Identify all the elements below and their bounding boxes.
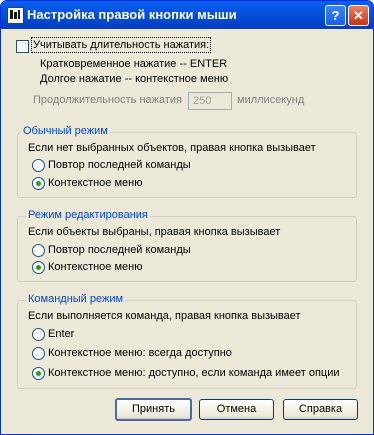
- normal-context-label[interactable]: Контекстное меню: [48, 177, 142, 189]
- edit-repeat-radio[interactable]: [32, 244, 45, 257]
- help-question-icon[interactable]: ?: [325, 5, 346, 26]
- edit-mode-title: Режим редактирования: [26, 209, 150, 221]
- close-icon[interactable]: ✕: [348, 5, 369, 26]
- title-bar[interactable]: Настройка правой кнопки мыши ? ✕: [1, 1, 373, 29]
- command-mode-description: Если выполняется команда, правая кнопка …: [28, 310, 301, 322]
- cancel-button[interactable]: Отмена: [199, 399, 274, 420]
- command-enter-radio[interactable]: [32, 328, 45, 341]
- duration-input[interactable]: 250: [188, 92, 232, 110]
- edit-repeat-label[interactable]: Повтор последней команды: [48, 244, 191, 256]
- autocad-app-icon: [7, 7, 24, 24]
- duration-unit: миллисекунд: [237, 94, 305, 106]
- help-button[interactable]: Справка: [283, 399, 358, 420]
- short-click-info: Кратковременное нажатие -- ENTER: [40, 58, 228, 70]
- normal-mode-title: Обычный режим: [21, 125, 110, 137]
- window-title: Настройка правой кнопки мыши: [27, 7, 237, 22]
- command-context-options-label[interactable]: Контекстное меню: доступно, если команда…: [48, 367, 340, 379]
- edit-context-label[interactable]: Контекстное меню: [48, 261, 142, 273]
- normal-context-radio[interactable]: [32, 177, 45, 190]
- long-click-info: Долгое нажатие -- контекстное меню: [40, 73, 229, 85]
- command-context-always-radio[interactable]: [32, 347, 45, 360]
- long-click-checkbox-label[interactable]: Учитывать длительность нажатия:: [30, 37, 212, 53]
- ok-button[interactable]: Принять: [115, 398, 192, 421]
- edit-context-radio[interactable]: [32, 261, 45, 274]
- normal-repeat-radio[interactable]: [32, 159, 45, 172]
- normal-mode-description: Если нет выбранных объектов, правая кноп…: [28, 142, 316, 154]
- command-mode-title: Командный режим: [26, 293, 126, 305]
- dialog-window: Настройка правой кнопки мыши ? ✕ Учитыва…: [0, 0, 374, 435]
- command-context-options-radio[interactable]: [32, 367, 45, 380]
- long-click-checkbox[interactable]: [16, 40, 29, 53]
- command-enter-label[interactable]: Enter: [48, 328, 74, 340]
- duration-label: Продолжительность нажатия: [33, 94, 183, 106]
- normal-repeat-label[interactable]: Повтор последней команды: [48, 159, 191, 171]
- command-context-always-label[interactable]: Контекстное меню: всегда доступно: [48, 347, 232, 359]
- edit-mode-description: Если объекты выбраны, правая кнопка вызы…: [28, 226, 281, 238]
